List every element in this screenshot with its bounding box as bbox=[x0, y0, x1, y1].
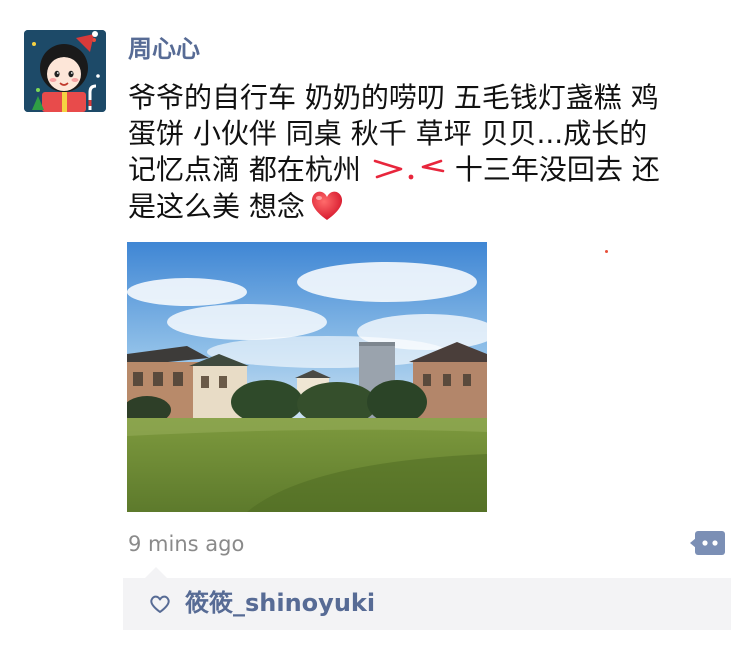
comment-action-icon[interactable] bbox=[688, 528, 726, 558]
post-text-segment: 十三年没回去 还 bbox=[454, 153, 660, 186]
post-photo[interactable] bbox=[127, 242, 487, 512]
likes-bar-notch bbox=[145, 567, 167, 578]
post-text-segment: 记忆点滴 都在杭州 bbox=[128, 153, 361, 186]
heart-outline-icon bbox=[150, 595, 170, 613]
post-timestamp: 9 mins ago bbox=[128, 532, 245, 556]
stray-mark bbox=[605, 250, 608, 253]
post-text-segment: 是这么美 想念 bbox=[128, 190, 305, 223]
heart-emoji-icon bbox=[311, 191, 342, 220]
author-name[interactable]: 周心心 bbox=[128, 34, 200, 64]
handdrawn-face-doodle-icon bbox=[373, 159, 445, 180]
post-text-line: 记忆点滴 都在杭州 十三年没回去 还 bbox=[128, 152, 728, 188]
likes-bar: 筱筱_shinoyuki bbox=[123, 567, 731, 630]
author-avatar[interactable] bbox=[24, 30, 106, 112]
post-text-line: 是这么美 想念 bbox=[128, 188, 728, 225]
moments-post: 周心心 爷爷的自行车 奶奶的唠叨 五毛钱灯盏糕 鸡 蛋饼 小伙伴 同桌 秋千 草… bbox=[0, 0, 750, 651]
post-text: 爷爷的自行车 奶奶的唠叨 五毛钱灯盏糕 鸡 蛋饼 小伙伴 同桌 秋千 草坪 贝贝… bbox=[128, 80, 728, 225]
post-text-line: 蛋饼 小伙伴 同桌 秋千 草坪 贝贝...成长的 bbox=[128, 117, 648, 150]
liker-name[interactable]: 筱筱_shinoyuki bbox=[185, 587, 375, 619]
post-text-line: 爷爷的自行车 奶奶的唠叨 五毛钱灯盏糕 鸡 bbox=[128, 81, 659, 114]
